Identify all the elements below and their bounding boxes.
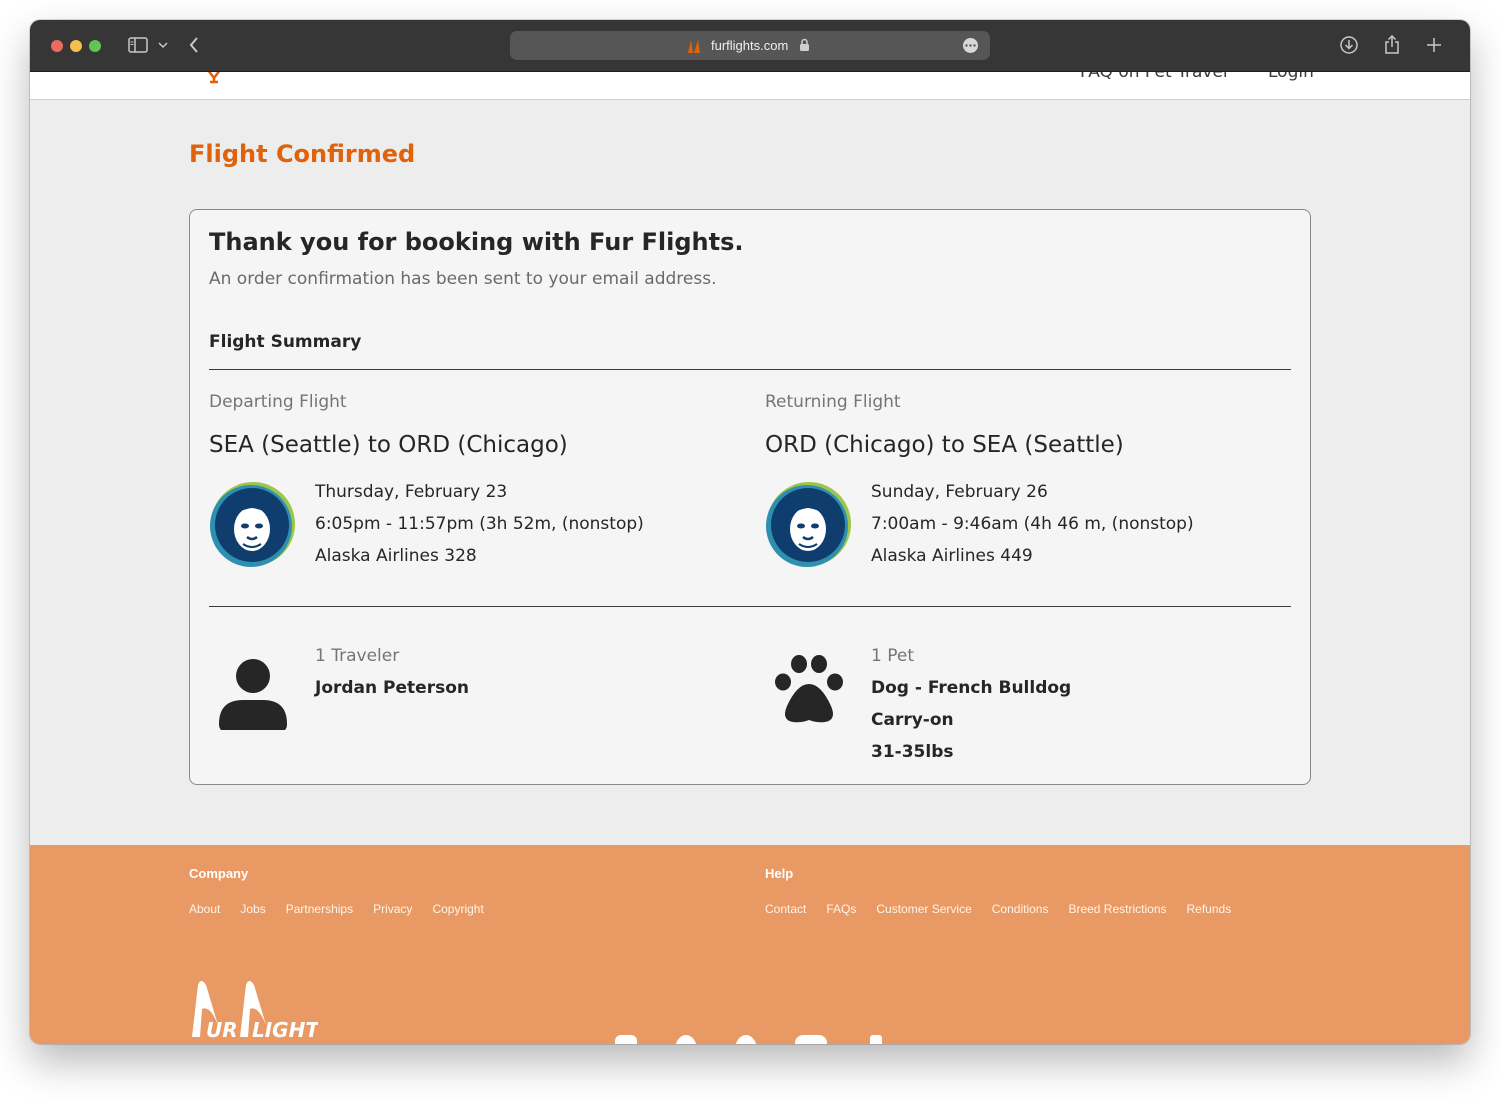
traveler-section: 1 Traveler Jordan Peterson	[209, 646, 749, 776]
airline-logo-icon	[765, 482, 851, 568]
footer-link-about[interactable]: About	[189, 902, 220, 916]
site-header: FAQ on Pet Travel Login	[30, 72, 1470, 100]
returning-route: ORD (Chicago) to SEA (Seattle)	[765, 432, 1124, 458]
pet-type: Dog - French Bulldog	[871, 678, 1072, 698]
ellipsis-icon[interactable]	[963, 38, 978, 53]
footer-link-breed-restrictions[interactable]: Breed Restrictions	[1068, 902, 1166, 916]
browser-window: furflights.com FAQ on Pet Travel Login F…	[30, 20, 1470, 1044]
page-content: FAQ on Pet Travel Login Flight Confirmed…	[30, 72, 1470, 1044]
returning-flight-number: Alaska Airlines 449	[871, 546, 1033, 566]
departing-date: Thursday, February 23	[315, 482, 508, 502]
address-bar[interactable]: furflights.com	[510, 31, 990, 60]
page-title: Flight Confirmed	[189, 140, 416, 168]
pet-count: 1 Pet	[871, 646, 914, 666]
footer-logo[interactable]: UR LIGHTS	[188, 975, 333, 1044]
tiktok-icon[interactable]	[870, 1035, 882, 1044]
pet-section: 1 Pet Dog - French Bulldog Carry-on 31-3…	[765, 646, 1305, 776]
svg-text:LIGHTS: LIGHTS	[252, 1018, 318, 1042]
footer-help-title: Help	[765, 866, 794, 881]
plus-icon[interactable]	[1424, 34, 1444, 56]
traveler-name: Jordan Peterson	[315, 678, 469, 698]
footer-link-copyright[interactable]: Copyright	[432, 902, 483, 916]
footer-company-title: Company	[189, 866, 249, 881]
paw-icon	[771, 654, 847, 730]
departing-route: SEA (Seattle) to ORD (Chicago)	[209, 432, 568, 458]
minimize-window-button[interactable]	[70, 40, 82, 52]
footer-link-contact[interactable]: Contact	[765, 902, 806, 916]
youtube-icon[interactable]	[795, 1035, 827, 1044]
flight-summary-heading: Flight Summary	[209, 332, 362, 352]
confirmation-subtext: An order confirmation has been sent to y…	[209, 269, 717, 289]
footer-company-links: About Jobs Partnerships Privacy Copyrigh…	[189, 902, 504, 916]
footer-help-links: Contact FAQs Customer Service Conditions…	[765, 902, 1251, 916]
nav-login-link[interactable]: Login	[1268, 72, 1314, 82]
footer-link-conditions[interactable]: Conditions	[992, 902, 1049, 916]
footer-link-jobs[interactable]: Jobs	[240, 902, 265, 916]
sidebar-icon[interactable]	[127, 34, 149, 56]
airline-logo-icon	[209, 482, 295, 568]
site-logo[interactable]	[205, 72, 223, 84]
departing-flight: Departing Flight SEA (Seattle) to ORD (C…	[209, 392, 749, 582]
download-icon[interactable]	[1338, 34, 1360, 56]
url-text: furflights.com	[711, 38, 789, 53]
browser-toolbar: furflights.com	[30, 20, 1470, 72]
departing-flight-label: Departing Flight	[209, 392, 347, 412]
pet-carry-type: Carry-on	[871, 710, 954, 730]
footer-link-privacy[interactable]: Privacy	[373, 902, 412, 916]
footer-link-refunds[interactable]: Refunds	[1187, 902, 1232, 916]
divider	[209, 369, 1291, 370]
returning-time: 7:00am - 9:46am (4h 46 m, (nonstop)	[871, 514, 1194, 534]
facebook-icon[interactable]	[675, 1035, 697, 1044]
pinterest-icon[interactable]	[735, 1035, 757, 1044]
close-window-button[interactable]	[51, 40, 63, 52]
footer-link-partnerships[interactable]: Partnerships	[286, 902, 353, 916]
departing-time: 6:05pm - 11:57pm (3h 52m, (nonstop)	[315, 514, 644, 534]
person-icon	[215, 654, 291, 732]
returning-flight: Returning Flight ORD (Chicago) to SEA (S…	[765, 392, 1305, 582]
zoom-window-button[interactable]	[89, 40, 101, 52]
footer-link-customer-service[interactable]: Customer Service	[876, 902, 971, 916]
site-footer: Company About Jobs Partnerships Privacy …	[30, 845, 1470, 1044]
instagram-icon[interactable]	[615, 1035, 637, 1044]
site-favicon	[686, 38, 702, 54]
share-icon[interactable]	[1382, 34, 1402, 56]
returning-date: Sunday, February 26	[871, 482, 1048, 502]
departing-flight-number: Alaska Airlines 328	[315, 546, 477, 566]
thank-you-heading: Thank you for booking with Fur Flights.	[209, 228, 744, 256]
chevron-down-icon[interactable]	[156, 34, 170, 56]
returning-flight-label: Returning Flight	[765, 392, 901, 412]
divider	[209, 606, 1291, 607]
nav-faq-link[interactable]: FAQ on Pet Travel	[1080, 72, 1228, 82]
lock-icon	[799, 38, 810, 52]
traveler-count: 1 Traveler	[315, 646, 400, 666]
footer-link-faqs[interactable]: FAQs	[826, 902, 856, 916]
back-button[interactable]	[185, 34, 203, 56]
svg-text:UR: UR	[206, 1018, 238, 1042]
pet-weight: 31-35lbs	[871, 742, 954, 762]
confirmation-card: Thank you for booking with Fur Flights. …	[189, 209, 1311, 785]
